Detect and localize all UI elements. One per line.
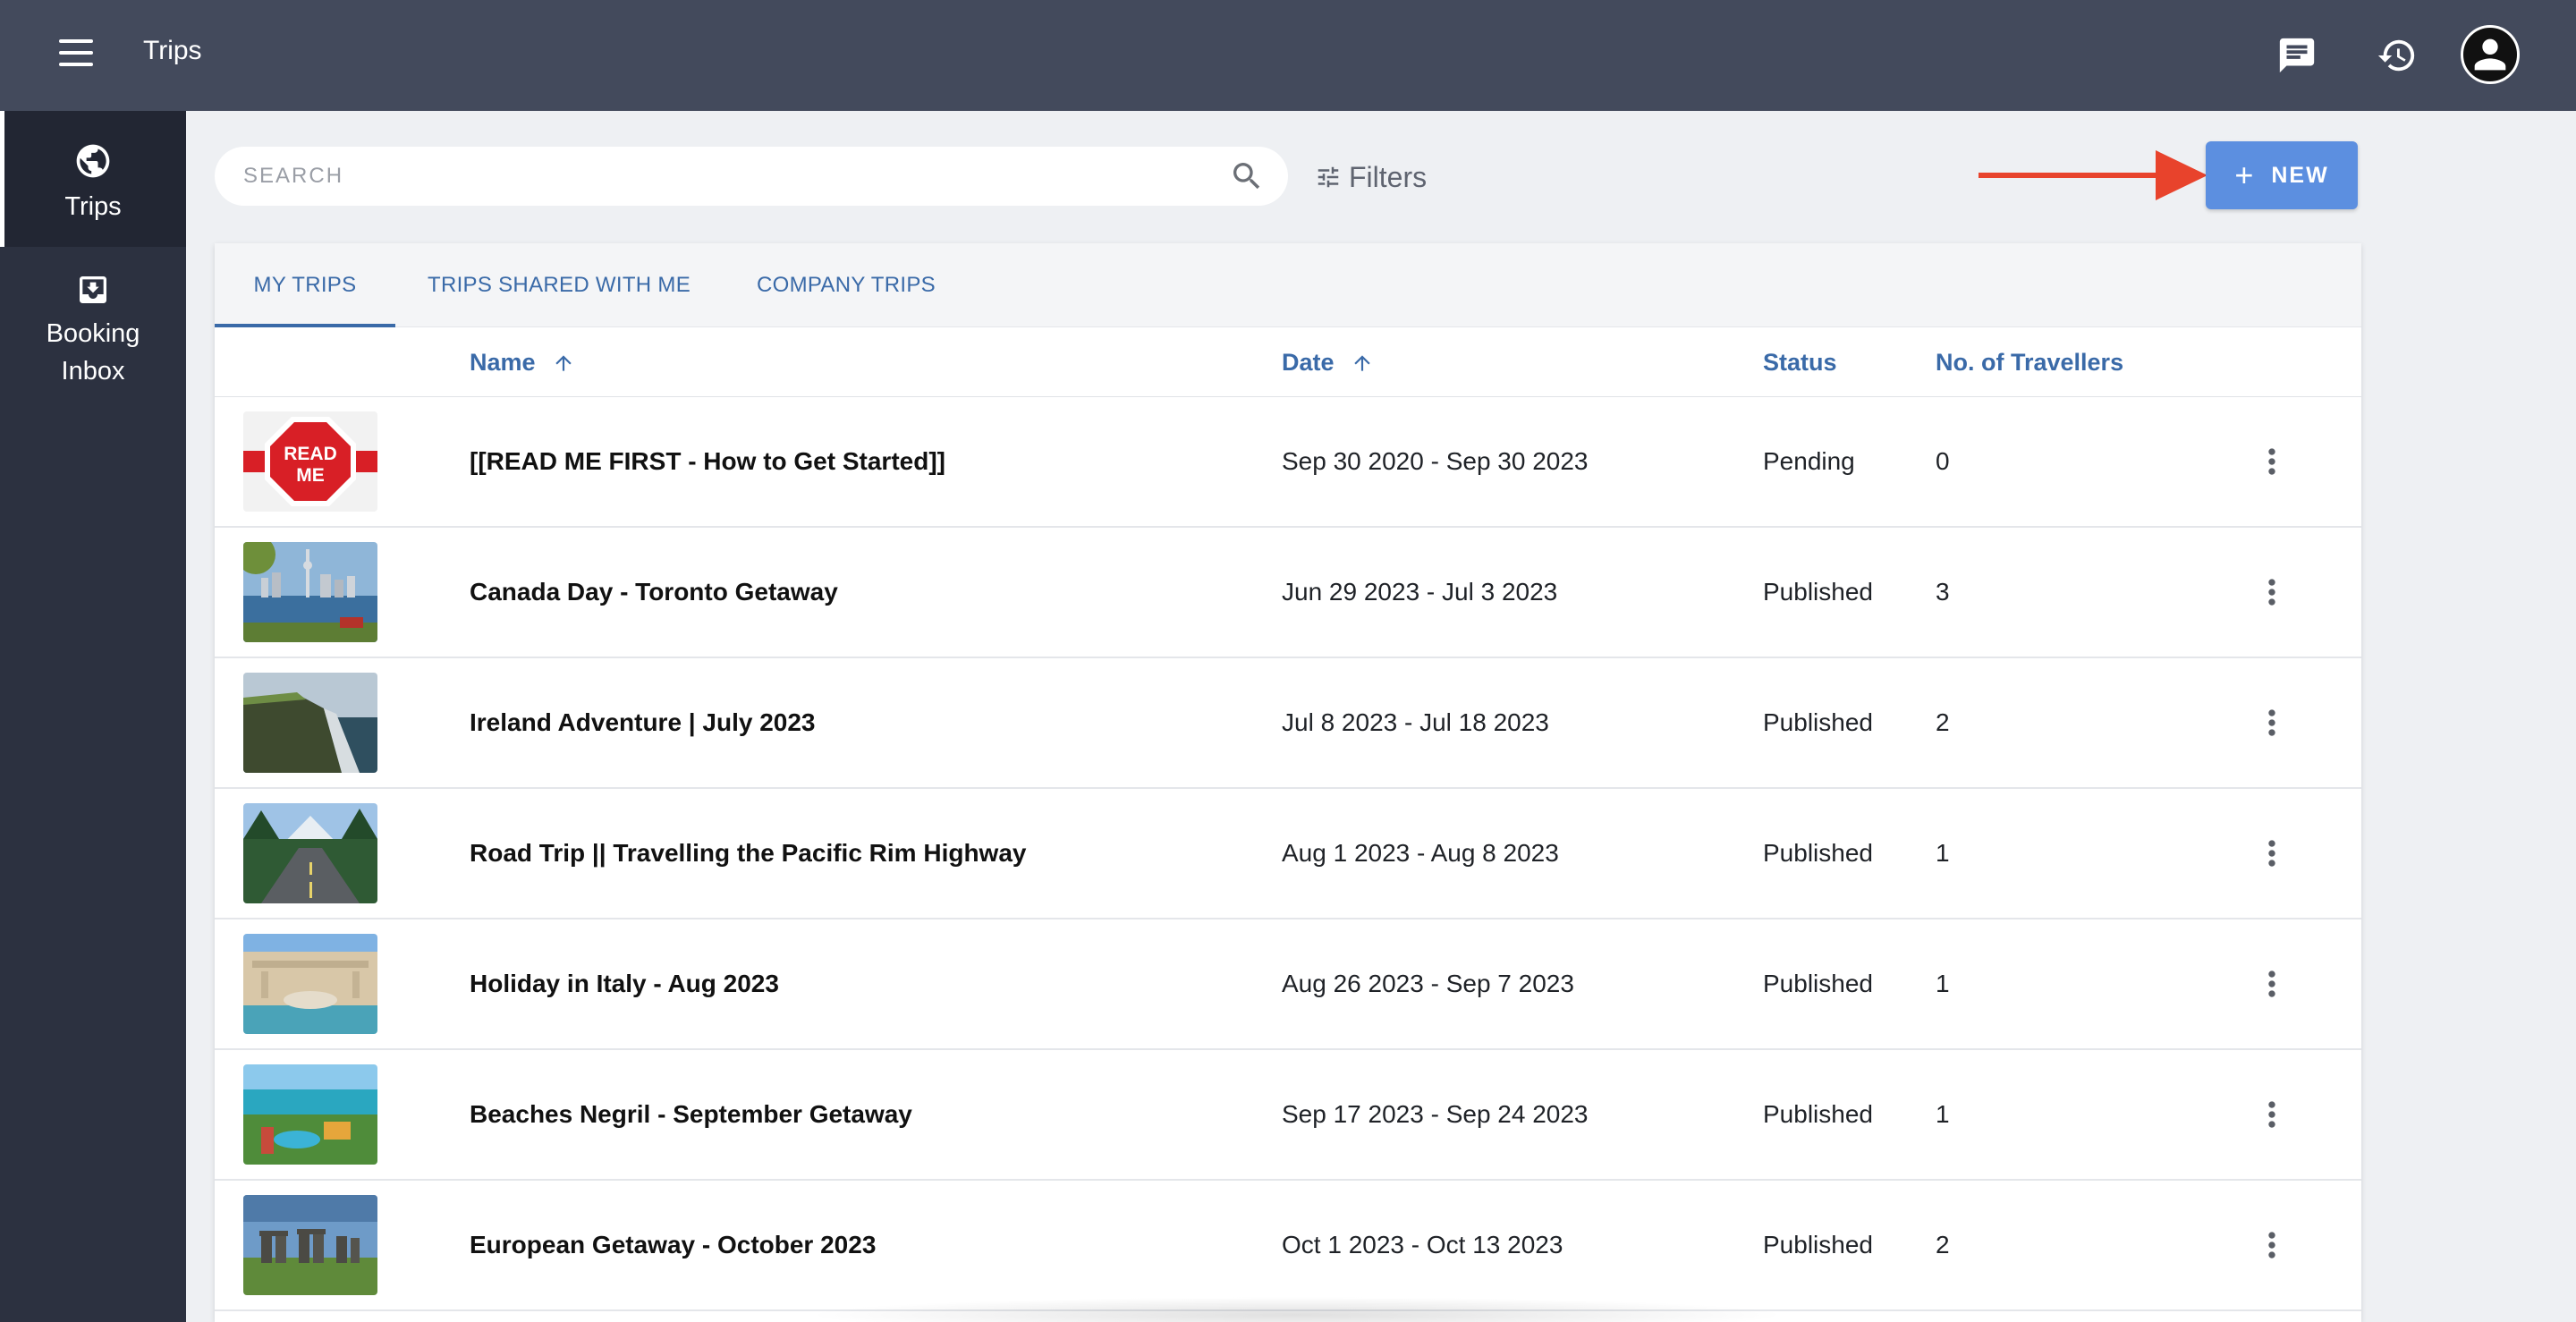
chat-icon[interactable] <box>2272 30 2322 81</box>
trip-status: Published <box>1763 839 1873 867</box>
trips-table-body: READ ME [[READ ME FIRST - How to Get Star… <box>215 397 2361 1311</box>
annotation-arrow <box>1979 150 2207 200</box>
sidebar: Trips Booking Inbox <box>0 111 186 1322</box>
trip-thumbnail[interactable] <box>243 1195 377 1295</box>
more-vert-icon[interactable] <box>2252 964 2292 1004</box>
filters-button[interactable]: Filters <box>1315 157 1427 197</box>
column-header-date[interactable]: Date <box>1282 349 1374 377</box>
column-header-name[interactable]: Name <box>470 349 575 377</box>
trip-thumbnail[interactable] <box>243 803 377 903</box>
trip-tabs: MY TRIPS TRIPS SHARED WITH ME COMPANY TR… <box>215 243 2361 327</box>
trip-date: Jun 29 2023 - Jul 3 2023 <box>1282 578 1558 606</box>
trip-status: Published <box>1763 1231 1873 1258</box>
sidebar-item-trips[interactable]: Trips <box>0 111 186 247</box>
trip-travellers: 1 <box>1936 970 1950 997</box>
trip-date: Oct 1 2023 - Oct 13 2023 <box>1282 1231 1563 1258</box>
trip-status: Published <box>1763 1100 1873 1128</box>
sidebar-item-label: Booking Inbox <box>47 315 140 390</box>
sort-arrow-up-icon <box>1353 354 1370 371</box>
more-vert-icon[interactable] <box>2252 572 2292 612</box>
tab-company-trips[interactable]: COMPANY TRIPS <box>723 243 970 327</box>
column-header-status[interactable]: Status <box>1763 349 1837 377</box>
trip-status: Pending <box>1763 447 1855 475</box>
trip-travellers: 0 <box>1936 447 1950 475</box>
globe-icon <box>76 144 110 178</box>
trip-name[interactable]: Ireland Adventure | July 2023 <box>470 708 816 737</box>
trip-travellers: 3 <box>1936 578 1950 606</box>
trip-status: Published <box>1763 708 1873 736</box>
search-icon[interactable] <box>1229 158 1265 194</box>
column-header-name-label: Name <box>470 349 536 376</box>
table-row[interactable]: European Getaway - October 2023 Oct 1 202… <box>215 1181 2361 1311</box>
trip-date: Aug 1 2023 - Aug 8 2023 <box>1282 839 1559 867</box>
search-input[interactable] <box>215 164 1181 189</box>
trip-thumbnail[interactable] <box>243 1064 377 1165</box>
trip-date: Sep 30 2020 - Sep 30 2023 <box>1282 447 1589 475</box>
sort-arrow-up-icon <box>555 354 572 371</box>
more-vert-icon[interactable] <box>2252 1095 2292 1134</box>
tab-my-trips[interactable]: MY TRIPS <box>215 243 395 327</box>
history-icon[interactable] <box>2372 30 2422 81</box>
table-row[interactable]: Ireland Adventure | July 2023 Jul 8 2023 … <box>215 658 2361 789</box>
trip-name[interactable]: Road Trip || Travelling the Pacific Rim … <box>470 839 1026 868</box>
trip-date: Jul 8 2023 - Jul 18 2023 <box>1282 708 1549 736</box>
table-row[interactable]: Canada Day - Toronto Getaway Jun 29 2023 … <box>215 528 2361 658</box>
more-vert-icon[interactable] <box>2252 834 2292 873</box>
inbox-icon <box>80 276 106 303</box>
sidebar-item-booking-inbox[interactable]: Booking Inbox <box>0 247 186 390</box>
scroll-shadow <box>805 1297 1789 1322</box>
trip-travellers: 1 <box>1936 1100 1950 1128</box>
trip-travellers: 2 <box>1936 708 1950 736</box>
search-bar <box>215 147 1288 206</box>
trip-name[interactable]: [[READ ME FIRST - How to Get Started]] <box>470 447 945 476</box>
account-avatar[interactable] <box>2461 25 2520 84</box>
more-vert-icon[interactable] <box>2252 1225 2292 1265</box>
svg-text:READ: READ <box>284 444 337 464</box>
trip-status: Published <box>1763 970 1873 997</box>
column-header-travellers[interactable]: No. of Travellers <box>1936 349 2123 377</box>
account-icon <box>2474 38 2506 71</box>
trip-status: Published <box>1763 578 1873 606</box>
trip-name[interactable]: Holiday in Italy - Aug 2023 <box>470 970 779 998</box>
top-app-bar: Trips <box>0 0 2576 111</box>
trip-thumbnail[interactable]: READ ME <box>243 411 377 512</box>
table-row[interactable]: Road Trip || Travelling the Pacific Rim … <box>215 789 2361 919</box>
sidebar-item-label: Trips <box>64 192 122 221</box>
tune-icon <box>1318 166 1339 188</box>
new-trip-button[interactable]: + NEW <box>2206 141 2358 209</box>
trip-name[interactable]: Canada Day - Toronto Getaway <box>470 578 838 606</box>
tab-trips-shared-with-me[interactable]: TRIPS SHARED WITH ME <box>395 243 723 327</box>
filters-label: Filters <box>1349 160 1428 193</box>
more-vert-icon[interactable] <box>2252 703 2292 742</box>
page-title: Trips <box>143 36 202 65</box>
svg-text:ME: ME <box>296 465 325 486</box>
trip-date: Aug 26 2023 - Sep 7 2023 <box>1282 970 1574 997</box>
trip-thumbnail[interactable] <box>243 673 377 773</box>
more-vert-icon[interactable] <box>2252 442 2292 481</box>
trip-name[interactable]: European Getaway - October 2023 <box>470 1231 876 1259</box>
trip-travellers: 2 <box>1936 1231 1950 1258</box>
trip-thumbnail[interactable] <box>243 542 377 642</box>
trip-name[interactable]: Beaches Negril - September Getaway <box>470 1100 912 1129</box>
table-row[interactable]: Beaches Negril - September Getaway Sep 17… <box>215 1050 2361 1181</box>
booking-label-line1: Booking <box>46 319 140 348</box>
table-row[interactable]: READ ME [[READ ME FIRST - How to Get Star… <box>215 397 2361 528</box>
column-header-date-label: Date <box>1282 349 1335 376</box>
table-header: Name Date Status No. of Travellers <box>215 327 2361 397</box>
new-button-label: NEW <box>2271 162 2329 188</box>
trips-card: MY TRIPS TRIPS SHARED WITH ME COMPANY TR… <box>215 243 2361 1322</box>
plus-icon: + <box>2234 157 2256 193</box>
booking-label-line2: Inbox <box>61 357 125 386</box>
menu-icon[interactable] <box>59 39 97 72</box>
trip-thumbnail[interactable] <box>243 934 377 1034</box>
trip-travellers: 1 <box>1936 839 1950 867</box>
table-row[interactable]: Holiday in Italy - Aug 2023 Aug 26 2023 -… <box>215 919 2361 1050</box>
trip-date: Sep 17 2023 - Sep 24 2023 <box>1282 1100 1589 1128</box>
